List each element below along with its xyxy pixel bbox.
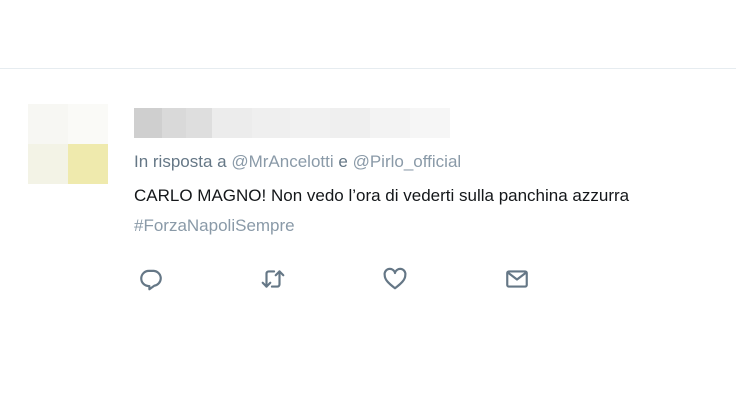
blurred-username[interactable]: [134, 108, 450, 138]
avatar-pixel: [68, 144, 108, 184]
reply-conjunction: e: [338, 152, 348, 171]
reply-context: In risposta a @MrAncelotti e @Pirlo_offi…: [134, 150, 736, 174]
mention-link[interactable]: @Pirlo_official: [353, 152, 462, 171]
tweet-text: CARLO MAGNO! Non vedo l’ora di vederti s…: [134, 186, 630, 205]
avatar-pixel: [68, 104, 108, 144]
tweet-actions: [136, 264, 556, 294]
blur-block: [162, 108, 186, 138]
avatar-pixel: [28, 104, 68, 144]
blur-block: [212, 108, 252, 138]
blur-block: [290, 108, 330, 138]
retweet-button[interactable]: [258, 264, 288, 294]
tweet-body: In risposta a @MrAncelotti e @Pirlo_offi…: [134, 150, 736, 238]
top-divider: [0, 68, 736, 69]
blur-block: [252, 108, 290, 138]
mail-icon: [506, 270, 528, 288]
like-button[interactable]: [380, 264, 410, 294]
retweet-icon: [261, 270, 285, 288]
blur-block: [370, 108, 410, 138]
blur-block: [186, 108, 212, 138]
reply-prefix: In risposta a: [134, 152, 227, 171]
avatar-pixel: [28, 144, 68, 184]
reply-icon: [140, 269, 162, 291]
blur-block: [410, 108, 450, 138]
hashtag-link[interactable]: #ForzaNapoliSempre: [134, 214, 736, 238]
avatar[interactable]: [28, 104, 108, 184]
direct-message-button[interactable]: [502, 264, 532, 294]
mention-link[interactable]: @MrAncelotti: [231, 152, 333, 171]
blur-block: [134, 108, 162, 138]
blur-block: [330, 108, 370, 138]
heart-icon: [383, 267, 407, 290]
reply-button[interactable]: [136, 264, 166, 294]
